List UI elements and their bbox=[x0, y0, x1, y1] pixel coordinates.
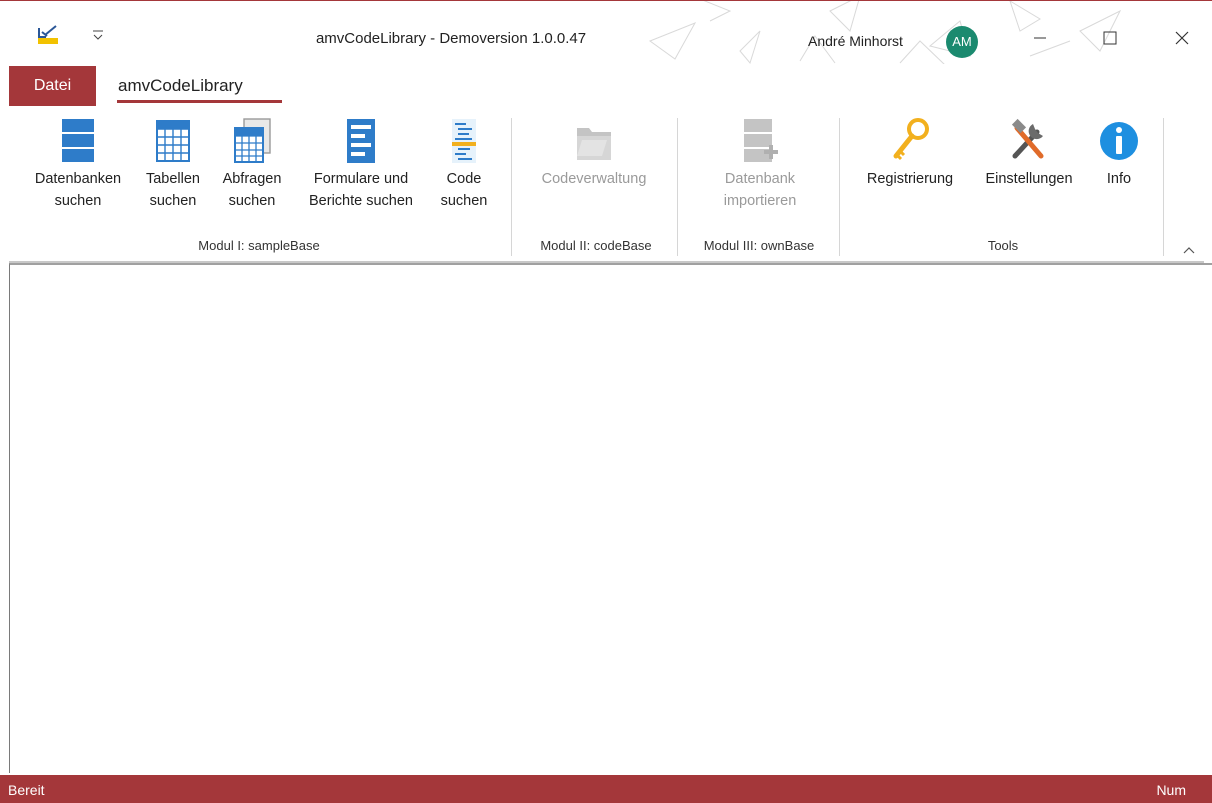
active-tab-indicator bbox=[117, 100, 282, 103]
button-label: Datenbanken bbox=[34, 171, 122, 187]
button-label: Einstellungen bbox=[985, 171, 1073, 187]
table-icon bbox=[156, 120, 190, 162]
group-label-own-base: Modul III: ownBase bbox=[703, 238, 815, 253]
status-text: Bereit bbox=[8, 782, 45, 798]
group-label-tools: Tools bbox=[987, 238, 1019, 253]
group-label-code-base: Modul II: codeBase bbox=[540, 238, 652, 253]
status-bar: Bereit Num bbox=[0, 775, 1212, 803]
form-icon bbox=[347, 119, 375, 163]
info-button[interactable]: Info bbox=[1089, 116, 1149, 190]
title-bar: amvCodeLibrary - Demoversion 1.0.0.47 An… bbox=[0, 0, 1212, 65]
button-label: Datenbank bbox=[724, 171, 796, 187]
group-separator bbox=[677, 118, 678, 256]
num-lock-indicator: Num bbox=[1156, 782, 1186, 798]
ribbon: Datenbanken suchen Tabellen suchen Abfra… bbox=[9, 108, 1204, 263]
import-database-button[interactable]: Datenbank importieren bbox=[683, 116, 837, 212]
maximize-button[interactable] bbox=[1090, 23, 1130, 53]
code-management-button[interactable]: Codeverwaltung bbox=[519, 116, 669, 190]
user-name[interactable]: André Minhorst bbox=[808, 33, 903, 49]
button-label: suchen bbox=[149, 193, 197, 209]
query-icon bbox=[234, 118, 271, 163]
app-icon[interactable] bbox=[36, 23, 60, 47]
tools-icon bbox=[1011, 118, 1044, 159]
quick-access-dropdown-icon[interactable] bbox=[88, 25, 108, 45]
button-label: Codeverwaltung bbox=[541, 171, 647, 187]
key-icon bbox=[893, 118, 929, 161]
button-label: suchen bbox=[440, 193, 488, 209]
search-tables-button[interactable]: Tabellen suchen bbox=[137, 116, 209, 212]
folder-icon bbox=[577, 128, 611, 160]
button-label: Formulare und bbox=[313, 171, 409, 187]
button-label: suchen bbox=[228, 193, 276, 209]
info-icon bbox=[1100, 122, 1138, 160]
button-label: Info bbox=[1106, 171, 1132, 187]
tab-file[interactable]: Datei bbox=[9, 66, 96, 106]
search-forms-reports-button[interactable]: Formulare und Berichte suchen bbox=[293, 116, 429, 212]
workspace-area bbox=[9, 263, 1212, 773]
collapse-ribbon-icon[interactable] bbox=[1181, 244, 1197, 256]
import-icon bbox=[744, 119, 778, 162]
button-label: Registrierung bbox=[866, 171, 954, 187]
ribbon-tab-row: Datei amvCodeLibrary bbox=[0, 64, 1212, 108]
button-label: importieren bbox=[723, 193, 797, 209]
button-label: suchen bbox=[54, 193, 102, 209]
group-separator bbox=[1163, 118, 1164, 256]
window-title: amvCodeLibrary - Demoversion 1.0.0.47 bbox=[315, 30, 587, 47]
database-icon bbox=[62, 119, 94, 162]
minimize-button[interactable] bbox=[1020, 23, 1060, 53]
group-separator bbox=[839, 118, 840, 256]
search-databases-button[interactable]: Datenbanken suchen bbox=[19, 116, 137, 212]
button-label: Tabellen bbox=[145, 171, 200, 187]
button-label: Berichte suchen bbox=[309, 193, 413, 209]
search-queries-button[interactable]: Abfragen suchen bbox=[211, 116, 293, 212]
button-label: Code bbox=[446, 171, 482, 187]
search-code-button[interactable]: Code suchen bbox=[429, 116, 499, 212]
group-label-sample-base: Modul I: sampleBase bbox=[198, 238, 320, 253]
group-separator bbox=[511, 118, 512, 256]
settings-button[interactable]: Einstellungen bbox=[969, 116, 1089, 190]
avatar[interactable]: AM bbox=[946, 26, 978, 58]
code-icon bbox=[452, 119, 476, 163]
button-label: Abfragen bbox=[222, 171, 282, 187]
registration-button[interactable]: Registrierung bbox=[851, 116, 969, 190]
close-button[interactable] bbox=[1162, 23, 1202, 53]
